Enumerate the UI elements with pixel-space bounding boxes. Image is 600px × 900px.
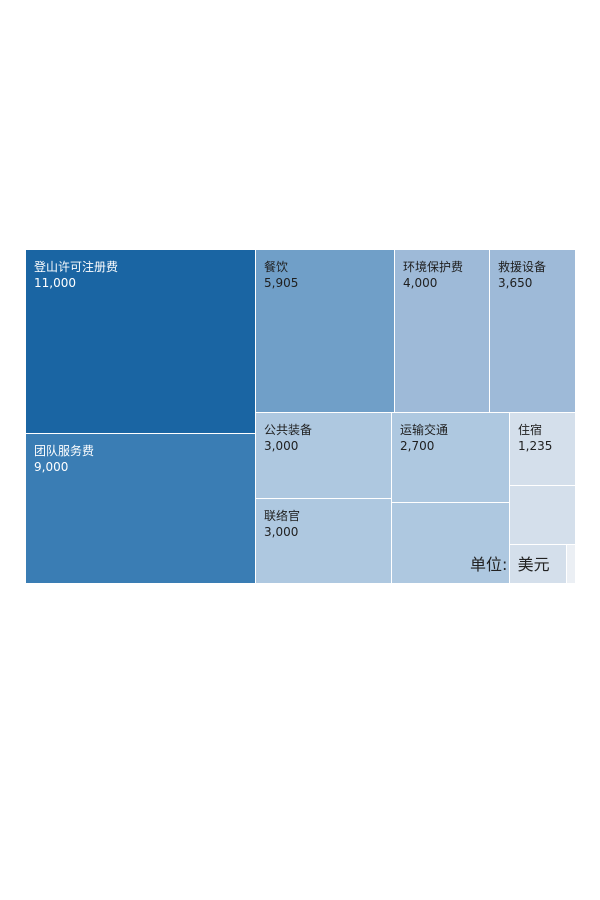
treemap-tile[interactable]: 住宿 1,235 [510, 413, 576, 486]
tile-label: 环境保护费 [403, 260, 464, 274]
treemap-tile[interactable]: 公共装备 3,000 [256, 413, 392, 499]
treemap-tile[interactable]: 联络官 3,000 [256, 499, 392, 584]
treemap-tile[interactable]: 运输交通 2,700 [392, 413, 510, 503]
treemap-chart: 登山许可注册费 11,000 团队服务费 9,000 餐饮 5,905 环境保护费 4,000… [26, 250, 576, 584]
tile-value: 11,000 [34, 276, 76, 290]
treemap-tile[interactable] [567, 545, 576, 584]
tile-value: 1,235 [518, 439, 553, 453]
tile-label: 救援设备 [498, 260, 547, 274]
unit-label: 单位: 美元 [470, 555, 550, 574]
tile-label: 运输交通 [400, 423, 449, 437]
tile-label: 公共装备 [264, 423, 313, 437]
treemap-tile[interactable]: 餐饮 5,905 [256, 250, 395, 413]
tile-label: 登山许可注册费 [34, 260, 119, 274]
treemap-tile[interactable]: 救援设备 3,650 [490, 250, 576, 413]
tile-value: 9,000 [34, 460, 69, 474]
tile-value: 2,700 [400, 439, 435, 453]
treemap-tile[interactable]: 环境保护费 4,000 [395, 250, 490, 413]
tile-value: 3,650 [498, 276, 533, 290]
tile-label: 餐饮 [264, 260, 289, 274]
tile-label: 联络官 [264, 509, 301, 523]
tile-value: 3,000 [264, 439, 299, 453]
treemap-tile[interactable]: 登山许可注册费 11,000 [26, 250, 256, 434]
tile-label: 团队服务费 [34, 444, 95, 458]
tile-value: 4,000 [403, 276, 438, 290]
tile-value: 3,000 [264, 525, 299, 539]
tile-label: 住宿 [518, 423, 543, 437]
treemap-tile[interactable]: 团队服务费 9,000 [26, 434, 256, 584]
treemap-tile[interactable] [510, 486, 576, 545]
tile-value: 5,905 [264, 276, 299, 290]
